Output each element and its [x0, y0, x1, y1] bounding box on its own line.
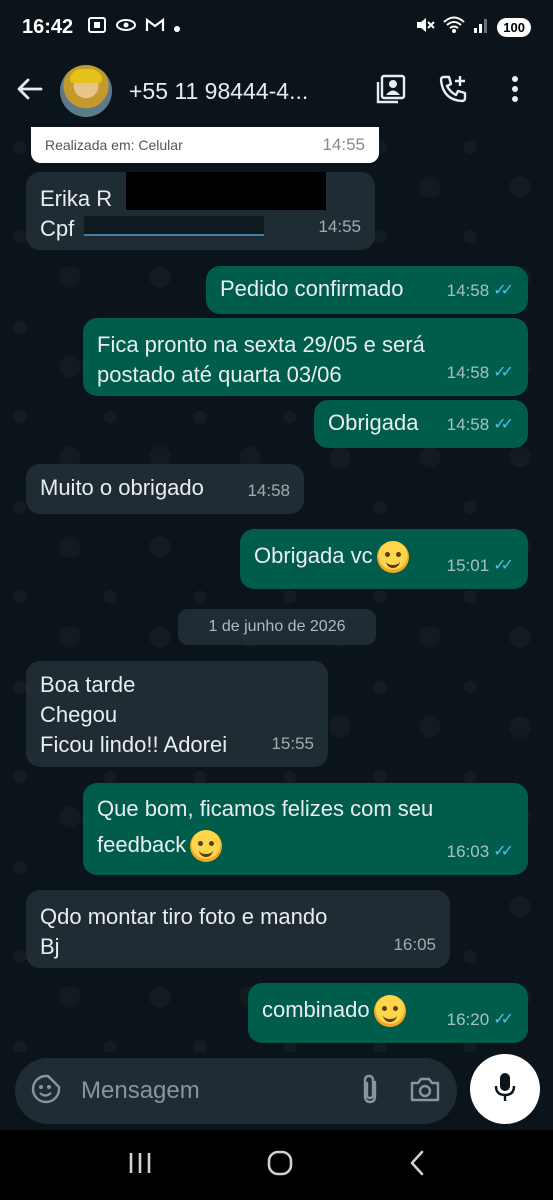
attachment-icon[interactable]	[359, 1073, 381, 1110]
message-outgoing[interactable]: Obrigada 14:58 ✓✓	[314, 400, 528, 448]
message-incoming[interactable]: Qdo montar tiro foto e mando Bj 16:05	[26, 890, 450, 968]
message-text: combinado	[262, 997, 370, 1022]
camera-icon[interactable]	[409, 1075, 441, 1108]
contact-name[interactable]: +55 11 98444-4...	[129, 78, 344, 105]
more-vertical-icon	[511, 75, 519, 107]
redaction	[84, 216, 264, 236]
gmail-icon	[145, 17, 165, 38]
system-navigation-bar	[0, 1130, 553, 1200]
back-button[interactable]	[0, 55, 60, 127]
smiling-hearts-emoji	[190, 830, 223, 863]
message-outgoing[interactable]: Pedido confirmado 14:58 ✓✓	[206, 266, 528, 314]
message-time: 14:58	[446, 363, 490, 382]
contact-card-icon	[376, 74, 406, 109]
message-outgoing[interactable]: Que bom, ficamos felizes com seu feedbac…	[83, 783, 528, 875]
redaction	[126, 172, 326, 210]
screenshot-icon	[87, 16, 107, 39]
signal-icon	[473, 16, 489, 39]
phone-plus-icon	[438, 74, 468, 109]
status-time: 16:42	[22, 16, 74, 38]
message-time: 14:58	[247, 481, 290, 500]
message-time: 15:55	[271, 734, 314, 753]
message-incoming[interactable]: Muito o obrigado 14:58	[26, 464, 304, 514]
arrow-left-icon	[17, 78, 43, 105]
message-incoming[interactable]: Erika R Cpf 14:55	[26, 172, 375, 250]
smiling-hearts-emoji	[373, 995, 406, 1028]
message-time: 14:58	[446, 415, 490, 434]
double-check-icon: ✓✓	[493, 1011, 514, 1028]
message-text: Qdo montar tiro foto e mando Bj	[40, 904, 328, 959]
double-check-icon: ✓✓	[493, 282, 514, 299]
date-separator: 1 de junho de 2026	[178, 609, 376, 645]
quoted-card-time: 14:55	[322, 135, 365, 154]
wifi-icon	[443, 16, 465, 39]
home-button[interactable]	[266, 1149, 294, 1182]
chat-area[interactable]: Realizada em: Celular 14:55 Erika R Cpf …	[0, 127, 553, 1052]
hugging-face-emoji	[376, 541, 409, 574]
battery-indicator: 100	[497, 18, 531, 37]
message-time: 16:03	[446, 842, 490, 861]
double-check-icon: ✓✓	[493, 416, 514, 433]
recent-apps-button[interactable]	[127, 1151, 153, 1180]
status-bar: 16:42 100	[0, 0, 553, 55]
message-time: 15:01	[446, 556, 490, 575]
double-check-icon: ✓✓	[493, 843, 514, 860]
message-incoming[interactable]: Boa tarde Chegou Ficou lindo!! Adorei 15…	[26, 661, 328, 767]
eye-icon	[116, 18, 137, 37]
message-text: Que bom, ficamos felizes com seu feedbac…	[97, 796, 434, 857]
message-composer	[15, 1058, 457, 1124]
back-nav-button[interactable]	[408, 1150, 426, 1181]
message-time: 14:55	[318, 217, 361, 236]
mute-icon	[415, 16, 436, 39]
message-time: 14:58	[446, 281, 490, 300]
more-options-button[interactable]	[495, 71, 535, 111]
microphone-icon	[494, 1072, 516, 1107]
contact-avatar[interactable]	[60, 65, 112, 117]
chat-header: +55 11 98444-4...	[0, 55, 553, 127]
quoted-card-label: Realizada em: Celular	[45, 137, 183, 153]
voice-message-button[interactable]	[470, 1054, 540, 1124]
sticker-icon[interactable]	[31, 1074, 61, 1109]
message-outgoing[interactable]: Fica pronto na sexta 29/05 e será postad…	[83, 318, 528, 396]
double-check-icon: ✓✓	[493, 364, 514, 381]
message-time: 16:05	[393, 935, 436, 954]
double-check-icon: ✓✓	[493, 557, 514, 574]
notification-dot-icon	[174, 19, 181, 37]
quoted-card[interactable]: Realizada em: Celular 14:55	[31, 127, 379, 163]
message-outgoing[interactable]: Obrigada vc 15:01 ✓✓	[240, 529, 528, 589]
message-text: Obrigada vc	[254, 543, 373, 568]
message-outgoing[interactable]: combinado 16:20 ✓✓	[248, 983, 528, 1043]
contact-card-button[interactable]	[371, 71, 411, 111]
message-input[interactable]	[81, 1077, 321, 1105]
add-call-button[interactable]	[433, 71, 473, 111]
message-time: 16:20	[446, 1010, 490, 1029]
